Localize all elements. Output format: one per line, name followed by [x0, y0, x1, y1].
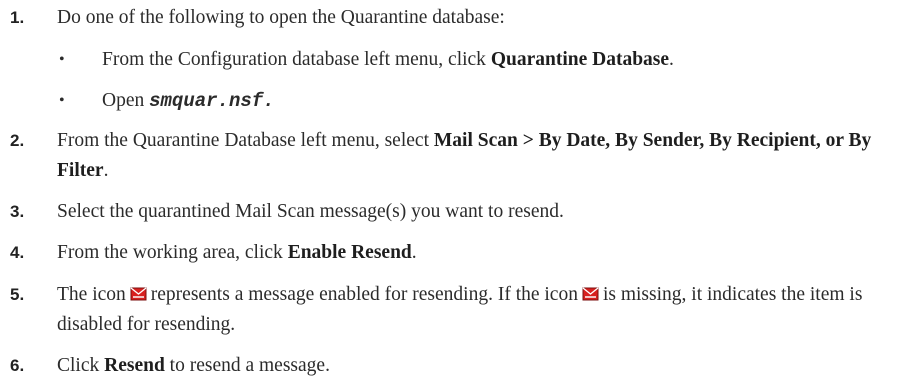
resend-label: Resend: [104, 355, 165, 376]
step-suffix: .: [411, 242, 417, 263]
bullet-suffix: .: [263, 90, 275, 112]
bullet-marker: •: [59, 51, 65, 68]
bullet-prefix: Open: [102, 90, 150, 111]
step-number: 6.: [10, 356, 25, 375]
step-number: 3.: [10, 202, 25, 221]
step-part-2: represents a message enabled for resendi…: [150, 284, 578, 305]
resend-mail-icon: [582, 282, 599, 301]
resend-mail-icon: [130, 282, 147, 301]
procedure-page: { "steps": [ { "number": "1.", "text": "…: [0, 0, 914, 387]
bullet-text: From the Configuration database left men…: [102, 45, 674, 75]
step-prefix: Click: [57, 355, 105, 376]
step-text: From the Quarantine Database left menu, …: [57, 126, 907, 186]
step-text: The icon represents a message enabled for…: [57, 280, 907, 340]
step-text: From the working area, click Enable Rese…: [57, 238, 907, 268]
bullet-marker: •: [59, 92, 65, 109]
enable-resend-label: Enable Resend: [287, 242, 412, 263]
bullet-prefix: From the Configuration database left men…: [102, 49, 491, 70]
step-text: Click Resend to resend a message.: [57, 351, 907, 381]
step-number: 2.: [10, 131, 25, 150]
step-suffix: .: [103, 160, 109, 181]
step-number: 1.: [10, 8, 25, 27]
step-text: Select the quarantined Mail Scan message…: [57, 201, 564, 222]
step-number: 4.: [10, 243, 25, 262]
step-prefix: From the working area, click: [57, 242, 288, 263]
step-part-1: The icon: [57, 284, 126, 305]
step-suffix: to resend a message.: [164, 355, 330, 376]
bullet-text: Open smquar.nsf.: [102, 86, 275, 116]
step-number: 5.: [10, 285, 25, 304]
bullet-suffix: .: [669, 49, 674, 70]
step-text: Do one of the following to open the Quar…: [57, 7, 505, 28]
quarantine-database-link: Quarantine Database: [490, 49, 670, 70]
step-prefix: From the Quarantine Database left menu, …: [57, 130, 434, 151]
file-name-code: smquar.nsf: [149, 90, 264, 112]
